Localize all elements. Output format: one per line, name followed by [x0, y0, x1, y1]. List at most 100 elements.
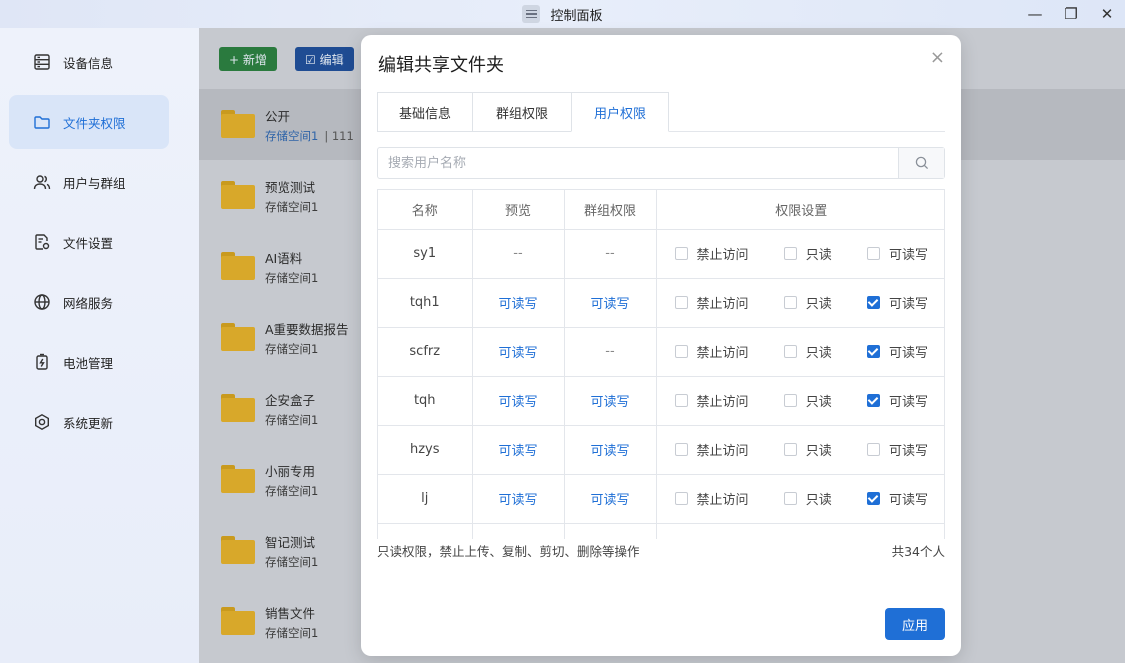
checkbox[interactable]: [674, 492, 688, 505]
checkbox[interactable]: [866, 247, 880, 260]
option-read-write[interactable]: 可读写: [866, 391, 928, 410]
sidebar-item-file-settings[interactable]: 文件设置: [9, 215, 169, 269]
tab-basic-info[interactable]: 基础信息: [377, 92, 473, 132]
permission-settings: 禁止访问 只读 可读写: [656, 376, 944, 426]
dialog-title: 编辑共享文件夹: [378, 55, 504, 76]
option-deny-access[interactable]: 禁止访问: [674, 440, 749, 459]
maximize-icon[interactable]: ❐: [1053, 0, 1089, 28]
option-read-only[interactable]: 只读: [783, 244, 832, 263]
option-read-only[interactable]: 只读: [783, 391, 832, 410]
close-window-icon[interactable]: ✕: [1089, 0, 1125, 28]
column-header: 预览: [472, 190, 565, 230]
sidebar-item-label: 网络服务: [63, 295, 114, 311]
checkbox[interactable]: [783, 247, 797, 260]
group-permission[interactable]: 可读写: [564, 425, 657, 475]
checkbox-checked[interactable]: [866, 296, 880, 309]
dialog-tabs: 基础信息 群组权限 用户权限: [377, 92, 945, 132]
group-permission[interactable]: 可读写: [564, 278, 657, 328]
option-read-write[interactable]: 可读写: [866, 440, 928, 459]
checkbox[interactable]: [674, 296, 688, 309]
add-folder-button[interactable]: + 新增: [219, 47, 277, 71]
checkbox[interactable]: [674, 247, 688, 260]
table-row: tqh1 可读写 可读写 禁止访问 只读 可读写: [378, 278, 944, 328]
group-permission[interactable]: 可读写: [564, 474, 657, 524]
checkbox[interactable]: [866, 443, 880, 456]
checkbox-checked[interactable]: [866, 345, 880, 358]
search-button[interactable]: [898, 148, 944, 178]
option-deny-access[interactable]: 禁止访问: [674, 342, 749, 361]
battery-icon: [33, 353, 51, 371]
folder-icon: [221, 323, 255, 351]
file-settings-icon: [33, 233, 51, 251]
sidebar-item-battery[interactable]: 电池管理: [9, 335, 169, 389]
preview-permission[interactable]: 可读写: [472, 474, 565, 524]
user-name: sy1: [378, 229, 473, 279]
sidebar-item-label: 系统更新: [63, 415, 114, 431]
option-read-write[interactable]: 可读写: [866, 489, 928, 508]
option-read-only[interactable]: 只读: [783, 440, 832, 459]
option-read-only[interactable]: 只读: [783, 293, 832, 312]
option-deny-access[interactable]: 禁止访问: [674, 293, 749, 312]
user-name: scfrz: [378, 327, 473, 377]
sidebar-item-users-groups[interactable]: 用户与群组: [9, 155, 169, 209]
search-input[interactable]: [378, 148, 900, 178]
preview-permission[interactable]: 可读写: [472, 327, 565, 377]
sidebar-item-network-services[interactable]: 网络服务: [9, 275, 169, 329]
permission-settings: 禁止访问 只读 可读写: [656, 278, 944, 328]
table-row: sy1 -- -- 禁止访问 只读 可读写: [378, 229, 944, 279]
column-header: 名称: [378, 190, 473, 230]
folder-icon: [221, 465, 255, 493]
option-deny-access[interactable]: 禁止访问: [674, 244, 749, 263]
edit-shared-folder-dialog: 编辑共享文件夹 × 基础信息 群组权限 用户权限 名称 预览 群组权限 权限设置: [361, 35, 961, 656]
preview-permission[interactable]: 可读写: [472, 425, 565, 475]
table-row: scfrz 可读写 -- 禁止访问 只读 可读写: [378, 327, 944, 377]
option-read-write[interactable]: 可读写: [866, 244, 928, 263]
table-header: 名称 预览 群组权限 权限设置: [378, 190, 944, 230]
group-permission: --: [564, 327, 657, 377]
folder-icon: [33, 113, 51, 131]
sidebar-item-folder-permissions[interactable]: 文件夹权限: [9, 95, 169, 149]
checkbox[interactable]: [783, 394, 797, 407]
option-deny-access[interactable]: 禁止访问: [674, 489, 749, 508]
search-icon: [915, 156, 928, 170]
tab-group-permissions[interactable]: 群组权限: [472, 92, 572, 132]
tab-user-permissions[interactable]: 用户权限: [571, 92, 669, 132]
folder-icon: [221, 394, 255, 422]
edit-folder-button[interactable]: ☑ 编辑: [295, 47, 354, 71]
option-read-write[interactable]: 可读写: [866, 293, 928, 312]
sidebar-item-system-update[interactable]: 系统更新: [9, 395, 169, 449]
window-title: 控制面板: [550, 8, 603, 24]
window-controls: — ❐ ✕: [1017, 0, 1125, 28]
option-read-only[interactable]: 只读: [783, 489, 832, 508]
preview-permission[interactable]: 可读写: [472, 376, 565, 426]
checkbox[interactable]: [674, 345, 688, 358]
user-name: tqh1: [378, 278, 473, 328]
preview-permission[interactable]: 可读写: [472, 278, 565, 328]
permission-settings: 禁止访问 只读 可读写: [656, 425, 944, 475]
minimize-icon[interactable]: —: [1017, 0, 1053, 28]
user-search: [377, 147, 945, 179]
checkbox[interactable]: [783, 492, 797, 505]
checkbox[interactable]: [783, 296, 797, 309]
option-deny-access[interactable]: 禁止访问: [674, 391, 749, 410]
sidebar-item-device-info[interactable]: 设备信息: [9, 35, 169, 89]
sidebar-item-label: 用户与群组: [63, 175, 126, 191]
checkbox-checked[interactable]: [866, 394, 880, 407]
close-icon[interactable]: ×: [930, 47, 945, 68]
apply-button[interactable]: 应用: [885, 608, 945, 640]
control-panel-icon: [522, 5, 541, 23]
folder-icon: [221, 607, 255, 635]
group-permission[interactable]: 可读写: [564, 376, 657, 426]
checkbox-checked[interactable]: [866, 492, 880, 505]
checkbox[interactable]: [674, 394, 688, 407]
table-row: tqh 可读写 可读写 禁止访问 只读 可读写: [378, 376, 944, 426]
sidebar-item-label: 文件夹权限: [63, 115, 126, 131]
checkbox[interactable]: [783, 345, 797, 358]
option-read-write[interactable]: 可读写: [866, 342, 928, 361]
globe-icon: [33, 293, 51, 311]
table-row: hzys 可读写 可读写 禁止访问 只读 可读写: [378, 425, 944, 475]
checkbox[interactable]: [674, 443, 688, 456]
checkbox[interactable]: [783, 443, 797, 456]
option-read-only[interactable]: 只读: [783, 342, 832, 361]
server-icon: [33, 53, 51, 71]
